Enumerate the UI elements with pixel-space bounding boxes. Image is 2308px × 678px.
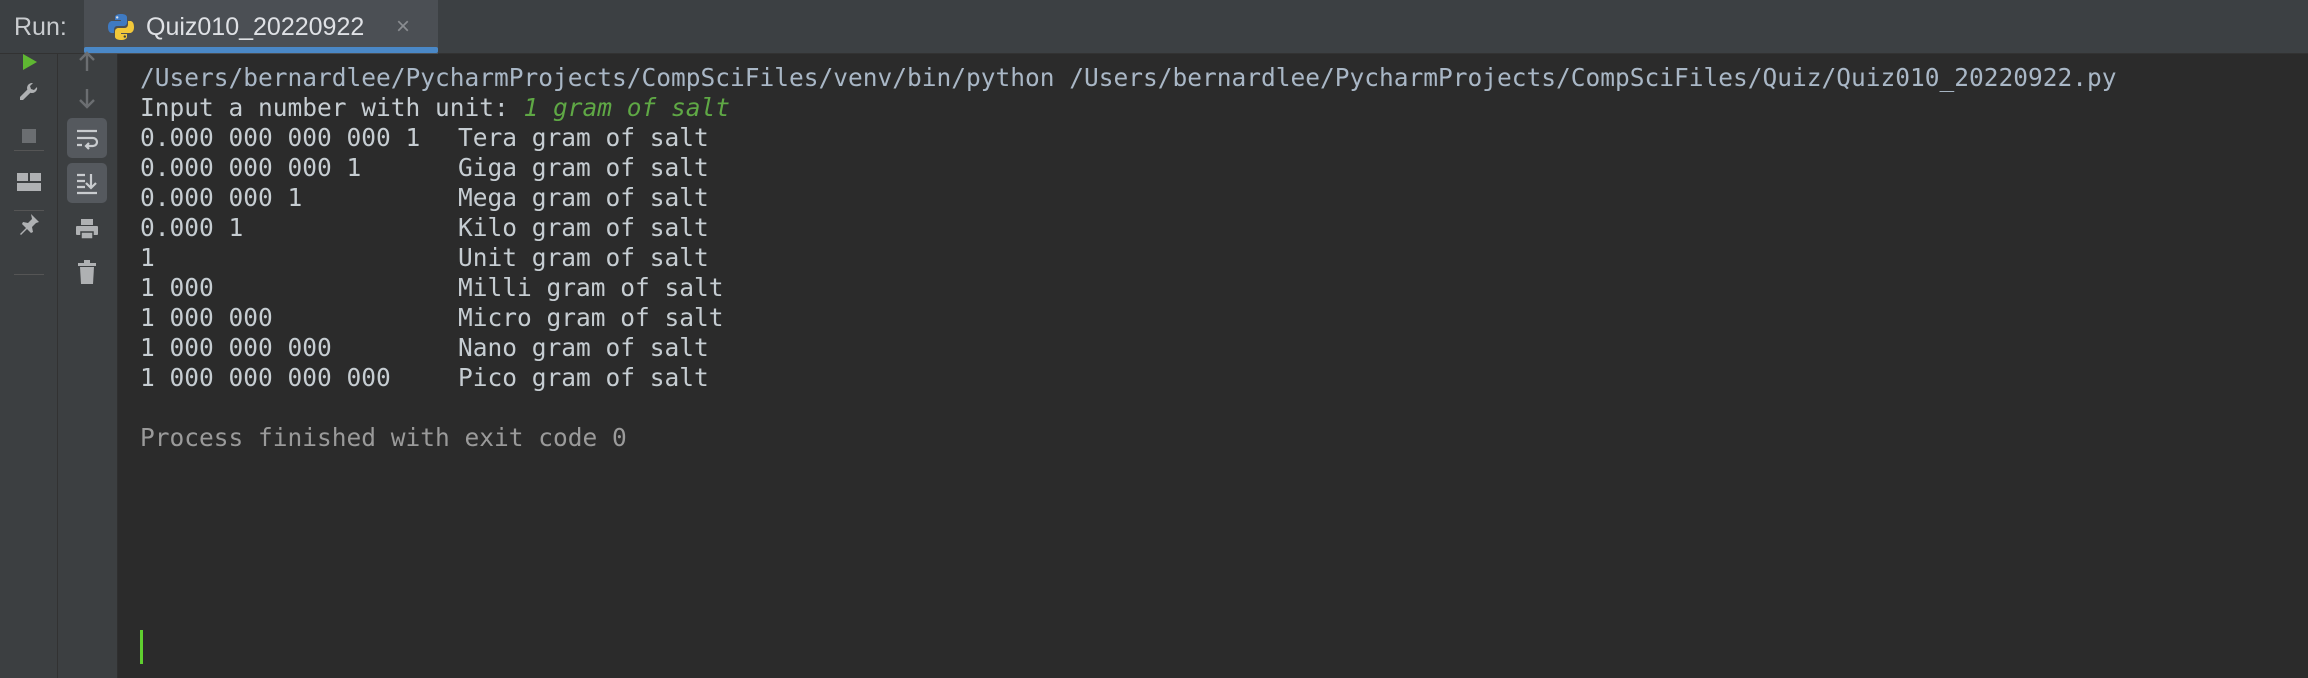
output-value: 0.000 000 1 <box>140 183 303 212</box>
exit-message: Process finished with exit code 0 <box>140 423 627 452</box>
output-value: 1 000 000 000 <box>140 333 332 362</box>
layout-icon[interactable] <box>9 162 49 202</box>
output-value: 1 000 000 000 000 <box>140 363 391 392</box>
text-cursor <box>140 630 143 664</box>
output-unit: Micro gram of salt <box>458 303 724 332</box>
output-row: 1 000 000 000 Nano gram of salt <box>140 333 709 363</box>
input-prompt: Input a number with unit: <box>140 93 524 122</box>
console-output[interactable]: /Users/bernardlee/PycharmProjects/CompSc… <box>118 54 2308 678</box>
pin-icon[interactable] <box>9 204 49 244</box>
tab-title: Quiz010_20220922 <box>146 13 365 41</box>
output-unit: Kilo gram of salt <box>458 213 709 242</box>
output-value: 0.000 1 <box>140 213 244 242</box>
output-value: 1 000 000 <box>140 303 273 332</box>
wrench-icon[interactable] <box>9 72 49 112</box>
output-row: 1 000 Milli gram of salt <box>140 273 724 303</box>
console-toolbar <box>58 51 118 678</box>
output-row: 0.000 1 Kilo gram of salt <box>140 213 709 243</box>
print-icon[interactable] <box>67 209 107 249</box>
output-value: 0.000 000 000 000 1 <box>140 123 421 152</box>
input-prompt-line: Input a number with unit: 1 gram of salt <box>140 93 730 123</box>
output-row: 0.000 000 000 000 1 Tera gram of salt <box>140 123 709 153</box>
output-row: 1 000 000 000 000 Pico gram of salt <box>140 363 709 393</box>
output-row: 0.000 000 1 Mega gram of salt <box>140 183 709 213</box>
active-tab-indicator <box>84 47 438 53</box>
up-arrow-icon[interactable] <box>67 42 107 82</box>
output-unit: Mega gram of salt <box>458 183 709 212</box>
python-icon <box>106 12 136 42</box>
output-unit: Unit gram of salt <box>458 243 709 272</box>
run-toolbar <box>0 54 58 678</box>
scroll-to-end-icon[interactable] <box>67 163 107 203</box>
close-icon[interactable]: × <box>396 11 410 43</box>
output-value: 0.000 000 000 1 <box>140 153 362 182</box>
toolbar-separator <box>14 274 44 275</box>
stop-icon[interactable] <box>9 116 49 156</box>
output-row: 1 000 000 Micro gram of salt <box>140 303 724 333</box>
output-value: 1 <box>140 243 155 272</box>
run-panel-header: Run: Quiz010_20220922 × <box>0 0 2308 54</box>
output-row: 0.000 000 000 1 Giga gram of salt <box>140 153 709 183</box>
output-row: 1 Unit gram of salt <box>140 243 709 273</box>
output-unit: Tera gram of salt <box>458 123 709 152</box>
trash-icon[interactable] <box>67 252 107 292</box>
run-label: Run: <box>14 13 67 41</box>
output-unit: Pico gram of salt <box>458 363 709 392</box>
output-unit: Giga gram of salt <box>458 153 709 182</box>
tab-quiz010[interactable]: Quiz010_20220922 × <box>84 0 438 54</box>
down-arrow-icon[interactable] <box>67 78 107 118</box>
output-value: 1 000 <box>140 273 214 302</box>
output-unit: Nano gram of salt <box>458 333 709 362</box>
output-unit: Milli gram of salt <box>458 273 724 302</box>
user-input-text: 1 gram of salt <box>523 93 731 122</box>
soft-wrap-icon[interactable] <box>67 118 107 158</box>
run-command-line: /Users/bernardlee/PycharmProjects/CompSc… <box>140 63 2117 92</box>
